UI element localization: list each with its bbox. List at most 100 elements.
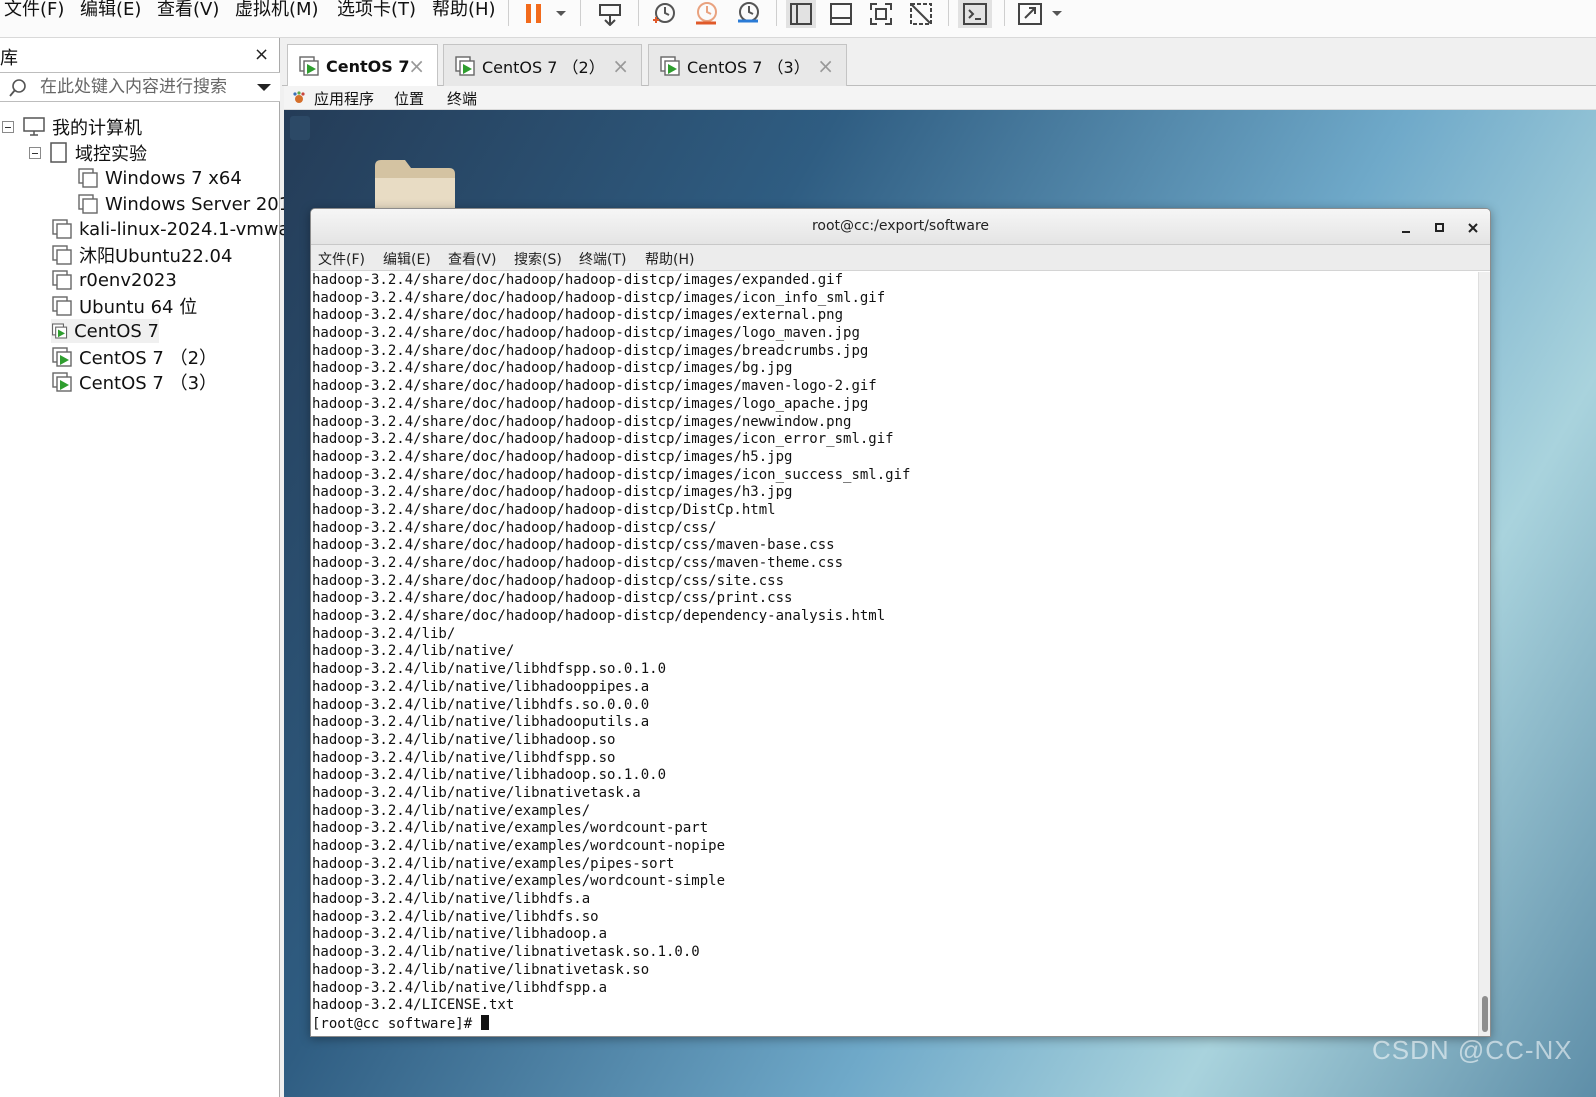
tree-item-label: Ubuntu 64 位 — [79, 297, 198, 318]
desktop-icon[interactable] — [290, 116, 310, 140]
tab-close-icon[interactable]: × — [612, 54, 629, 78]
fullscreen-icon[interactable] — [866, 0, 896, 28]
tree-item-folder[interactable]: 域控实验 — [29, 141, 147, 165]
tab-close-icon[interactable]: × — [408, 54, 425, 78]
scrollbar-thumb[interactable] — [1482, 996, 1488, 1032]
tab-centos7[interactable]: CentOS 7 × — [287, 44, 438, 87]
library-close-button[interactable]: × — [254, 44, 269, 65]
tree-item-vm[interactable]: Windows Server 201 — [77, 192, 290, 216]
terminal-prompt-line[interactable]: [root@cc software]# — [312, 1014, 1478, 1033]
tree-item-label: kali-linux-2024.1-vmwa — [79, 218, 290, 240]
tree-item-vm[interactable]: r0env2023 — [51, 268, 177, 292]
tab-close-icon[interactable]: × — [817, 54, 834, 78]
vm-running-icon — [299, 56, 319, 76]
minimize-button[interactable] — [1397, 217, 1417, 237]
terminal-line: hadoop-3.2.4/lib/native/libnativetask.a — [312, 784, 641, 801]
terminal-titlebar[interactable]: root@cc:/export/software — [311, 209, 1490, 245]
tree-item-vm[interactable]: CentOS 7 （3） — [51, 370, 217, 394]
tab-centos7-3[interactable]: CentOS 7 （3） × — [648, 44, 847, 86]
library-view-icon[interactable] — [786, 0, 816, 28]
snapshot-revert-icon[interactable] — [690, 0, 722, 28]
dropdown-arrow-icon[interactable] — [552, 0, 570, 28]
thumbnail-bar-icon[interactable] — [826, 0, 856, 28]
terminal-line: hadoop-3.2.4/lib/native/libhdfs.so — [312, 908, 599, 925]
console-view-icon[interactable] — [958, 0, 992, 28]
terminal-menu-terminal[interactable]: 终端(T) — [579, 249, 626, 269]
vm-icon — [78, 194, 98, 214]
terminal-menu-view[interactable]: 查看(V) — [448, 249, 497, 269]
toolbar-separator — [508, 0, 509, 26]
terminal-line: hadoop-3.2.4/share/doc/hadoop/hadoop-dis… — [312, 289, 886, 306]
terminal-menu-help[interactable]: 帮助(H) — [645, 249, 694, 269]
tab-label: CentOS 7 （3） — [687, 57, 810, 77]
terminal-line: hadoop-3.2.4/share/doc/hadoop/hadoop-dis… — [312, 608, 886, 625]
menu-help[interactable]: 帮助(H) — [432, 0, 496, 22]
library-search-input[interactable] — [40, 76, 245, 98]
terminal-menu-file[interactable]: 文件(F) — [318, 249, 365, 269]
snapshot-take-icon[interactable] — [648, 0, 680, 28]
snapshot-manager-icon[interactable] — [732, 0, 764, 28]
terminal-menu-search[interactable]: 搜索(S) — [514, 249, 562, 269]
gnome-foot-icon — [293, 91, 305, 103]
terminal-scrollbar[interactable] — [1478, 272, 1490, 1036]
collapse-icon[interactable] — [2, 121, 14, 133]
terminal-line: hadoop-3.2.4/share/doc/hadoop/hadoop-dis… — [312, 413, 852, 430]
tab-centos7-2[interactable]: CentOS 7 （2） × — [443, 44, 642, 86]
gnome-applications-menu[interactable]: 应用程序 — [314, 88, 374, 109]
dropdown-arrow-icon[interactable] — [1048, 0, 1066, 28]
terminal-line: hadoop-3.2.4/lib/native/libhadooppipes.a — [312, 678, 650, 695]
gnome-terminal-menu[interactable]: 终端 — [447, 88, 477, 109]
terminal-line: hadoop-3.2.4/lib/native/libhadoop.so.1.0… — [312, 767, 667, 784]
search-dropdown-icon[interactable] — [256, 83, 272, 93]
terminal-window[interactable]: root@cc:/export/software 文件(F) 编辑(E) 查看(… — [310, 208, 1491, 1037]
vm-running-icon — [660, 55, 680, 76]
close-button[interactable] — [1463, 217, 1483, 237]
gnome-top-bar: 应用程序 位置 终端 — [284, 86, 1596, 110]
tree-item-label: Windows 7 x64 — [105, 167, 242, 189]
terminal-line: hadoop-3.2.4/lib/native/libnativetask.so — [312, 961, 650, 978]
tree-item-vm[interactable]: Windows 7 x64 — [77, 166, 242, 190]
send-ctrl-alt-del-icon[interactable] — [594, 0, 626, 28]
terminal-menu-edit[interactable]: 编辑(E) — [383, 249, 431, 269]
terminal-line: hadoop-3.2.4/lib/native/libhdfspp.a — [312, 979, 608, 996]
maximize-button[interactable] — [1430, 217, 1450, 237]
unity-icon[interactable] — [906, 0, 936, 28]
terminal-line: hadoop-3.2.4/share/doc/hadoop/hadoop-dis… — [312, 378, 877, 395]
gnome-places-menu[interactable]: 位置 — [394, 88, 424, 109]
terminal-line: hadoop-3.2.4/lib/native/libhadoop.a — [312, 926, 608, 943]
toolbar-separator — [776, 0, 777, 26]
toolbar-separator — [580, 0, 581, 26]
library-panel: 库 × 我的计算机 域控实验 Windows 7 x64 Windows Ser… — [0, 38, 290, 1097]
terminal-line: hadoop-3.2.4/share/doc/hadoop/hadoop-dis… — [312, 360, 793, 377]
menu-edit[interactable]: 编辑(E) — [80, 0, 141, 22]
stretch-icon[interactable] — [1014, 0, 1046, 28]
terminal-line: hadoop-3.2.4/share/doc/hadoop/hadoop-dis… — [312, 431, 894, 448]
terminal-line: hadoop-3.2.4/share/doc/hadoop/hadoop-dis… — [312, 590, 793, 607]
tree-item-vm[interactable]: kali-linux-2024.1-vmwa — [51, 217, 290, 241]
pause-icon[interactable] — [520, 0, 548, 28]
tree-item-vm-selected[interactable]: CentOS 7 — [51, 319, 159, 343]
tree-item-vm[interactable]: 沐阳Ubuntu22.04 — [51, 243, 232, 267]
terminal-lines: hadoop-3.2.4/share/doc/hadoop/hadoop-dis… — [312, 272, 1478, 1015]
menu-file[interactable]: 文件(F) — [4, 0, 64, 22]
vm-icon — [52, 219, 72, 239]
tree-item-my-computer[interactable]: 我的计算机 — [2, 115, 142, 139]
terminal-line: hadoop-3.2.4/share/doc/hadoop/hadoop-dis… — [312, 342, 869, 359]
terminal-line: hadoop-3.2.4/share/doc/hadoop/hadoop-dis… — [312, 307, 844, 324]
terminal-line: hadoop-3.2.4/lib/native/examples/pipes-s… — [312, 855, 675, 872]
vm-icon — [52, 296, 72, 316]
tree-item-vm[interactable]: Ubuntu 64 位 — [51, 294, 197, 318]
guest-desktop[interactable]: 应用程序 位置 终端 root@cc:/export/software 文件(F… — [284, 86, 1596, 1097]
tree-item-vm[interactable]: CentOS 7 （2） — [51, 345, 217, 369]
terminal-output[interactable]: hadoop-3.2.4/share/doc/hadoop/hadoop-dis… — [311, 272, 1478, 1036]
menu-view[interactable]: 查看(V) — [157, 0, 219, 22]
terminal-line: hadoop-3.2.4/lib/ — [312, 625, 456, 642]
library-search-box — [0, 72, 280, 102]
collapse-icon[interactable] — [29, 147, 41, 159]
terminal-line: hadoop-3.2.4/lib/native/libhdfs.so.0.0.0 — [312, 696, 650, 713]
vm-running-icon — [455, 55, 475, 76]
menu-vm[interactable]: 虚拟机(M) — [235, 0, 319, 22]
app-menubar: 文件(F) 编辑(E) 查看(V) 虚拟机(M) 选项卡(T) 帮助(H) — [0, 0, 1596, 38]
menu-tabs[interactable]: 选项卡(T) — [337, 0, 416, 22]
watermark: CSDN @CC-NX — [1372, 1035, 1573, 1065]
